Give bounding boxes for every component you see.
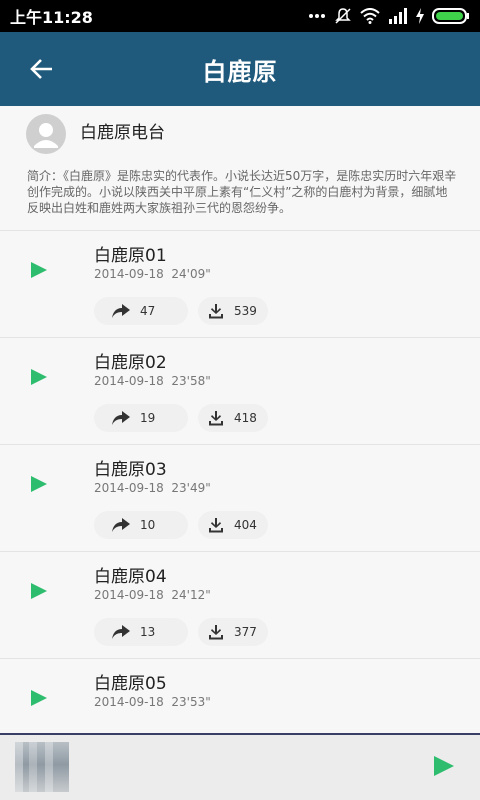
download-count: 377 xyxy=(234,625,257,639)
status-icons xyxy=(308,7,470,25)
episode-title: 白鹿原04 xyxy=(94,567,167,587)
episode-meta: 2014-09-18 23'53" xyxy=(94,695,211,709)
episode-meta: 2014-09-18 23'58" xyxy=(94,374,211,388)
episode-date: 2014-09-18 xyxy=(94,374,164,388)
arrow-left-icon[interactable] xyxy=(28,55,56,83)
episode-date: 2014-09-18 xyxy=(94,481,164,495)
mute-icon xyxy=(335,8,351,24)
share-count: 10 xyxy=(140,518,156,532)
mini-player xyxy=(0,733,480,800)
download-count: 404 xyxy=(234,518,257,532)
episode-title: 白鹿原02 xyxy=(94,353,167,373)
share-arrow-icon xyxy=(112,304,130,318)
episode-meta: 2014-09-18 24'09" xyxy=(94,267,211,281)
album-cover[interactable] xyxy=(15,742,69,792)
list-item[interactable]: 白鹿原02 2014-09-18 23'58" 19 418 xyxy=(0,338,480,445)
list-item[interactable]: 白鹿原03 2014-09-18 23'49" 10 404 xyxy=(0,445,480,552)
download-count: 418 xyxy=(234,411,257,425)
episode-date: 2014-09-18 xyxy=(94,267,164,281)
share-arrow-icon xyxy=(112,411,130,425)
episode-title: 白鹿原05 xyxy=(94,674,167,694)
avatar[interactable] xyxy=(26,114,66,154)
share-count: 19 xyxy=(140,411,156,425)
play-icon[interactable] xyxy=(433,755,455,777)
signal-icon xyxy=(389,8,407,24)
battery-icon xyxy=(432,8,469,24)
episode-duration: 24'12" xyxy=(171,588,211,602)
station-header: 白鹿原电台 简介：《白鹿原》是陈忠实的代表作。小说长达近50万字，是陈忠实历时六… xyxy=(0,106,480,231)
share-arrow-icon xyxy=(112,625,130,639)
episode-date: 2014-09-18 xyxy=(94,588,164,602)
user-icon xyxy=(34,123,58,148)
more-dots-icon xyxy=(309,14,325,18)
episode-duration: 23'53" xyxy=(171,695,211,709)
station-intro: 简介：《白鹿原》是陈忠实的代表作。小说长达近50万字，是陈忠实历时六年艰辛创作完… xyxy=(27,169,457,215)
download-icon xyxy=(209,625,223,640)
episode-meta: 2014-09-18 23'49" xyxy=(94,481,211,495)
play-icon[interactable] xyxy=(30,368,48,386)
episode-meta: 2014-09-18 24'12" xyxy=(94,588,211,602)
episode-title: 白鹿原01 xyxy=(94,246,167,266)
status-time: 上午11:28 xyxy=(10,8,93,27)
episode-duration: 23'58" xyxy=(171,374,211,388)
status-bar: 上午11:28 xyxy=(0,0,480,32)
episode-date: 2014-09-18 xyxy=(94,695,164,709)
play-icon[interactable] xyxy=(30,582,48,600)
share-button[interactable]: 13 xyxy=(94,618,188,646)
episode-duration: 24'09" xyxy=(171,267,211,281)
share-count: 13 xyxy=(140,625,156,639)
download-icon xyxy=(209,518,223,533)
download-button[interactable]: 539 xyxy=(198,297,268,325)
download-icon xyxy=(209,304,223,319)
share-button[interactable]: 47 xyxy=(94,297,188,325)
share-arrow-icon xyxy=(112,518,130,532)
page-title: 白鹿原 xyxy=(202,57,278,86)
station-name: 白鹿原电台 xyxy=(80,123,165,143)
share-button[interactable]: 10 xyxy=(94,511,188,539)
play-icon[interactable] xyxy=(30,689,48,707)
play-icon[interactable] xyxy=(30,261,48,279)
download-count: 539 xyxy=(234,304,257,318)
list-item[interactable]: 白鹿原01 2014-09-18 24'09" 47 539 xyxy=(0,231,480,338)
share-count: 47 xyxy=(140,304,156,318)
app-bar: 白鹿原 xyxy=(0,32,480,106)
download-button[interactable]: 404 xyxy=(198,511,268,539)
episode-title: 白鹿原03 xyxy=(94,460,167,480)
play-icon[interactable] xyxy=(30,475,48,493)
wifi-icon xyxy=(360,8,380,24)
download-button[interactable]: 418 xyxy=(198,404,268,432)
download-button[interactable]: 377 xyxy=(198,618,268,646)
share-button[interactable]: 19 xyxy=(94,404,188,432)
episode-list: 白鹿原01 2014-09-18 24'09" 47 539 白鹿原02 201… xyxy=(0,231,480,766)
episode-duration: 23'49" xyxy=(171,481,211,495)
charging-icon xyxy=(416,8,424,24)
list-item[interactable]: 白鹿原04 2014-09-18 24'12" 13 377 xyxy=(0,552,480,659)
download-icon xyxy=(209,411,223,426)
